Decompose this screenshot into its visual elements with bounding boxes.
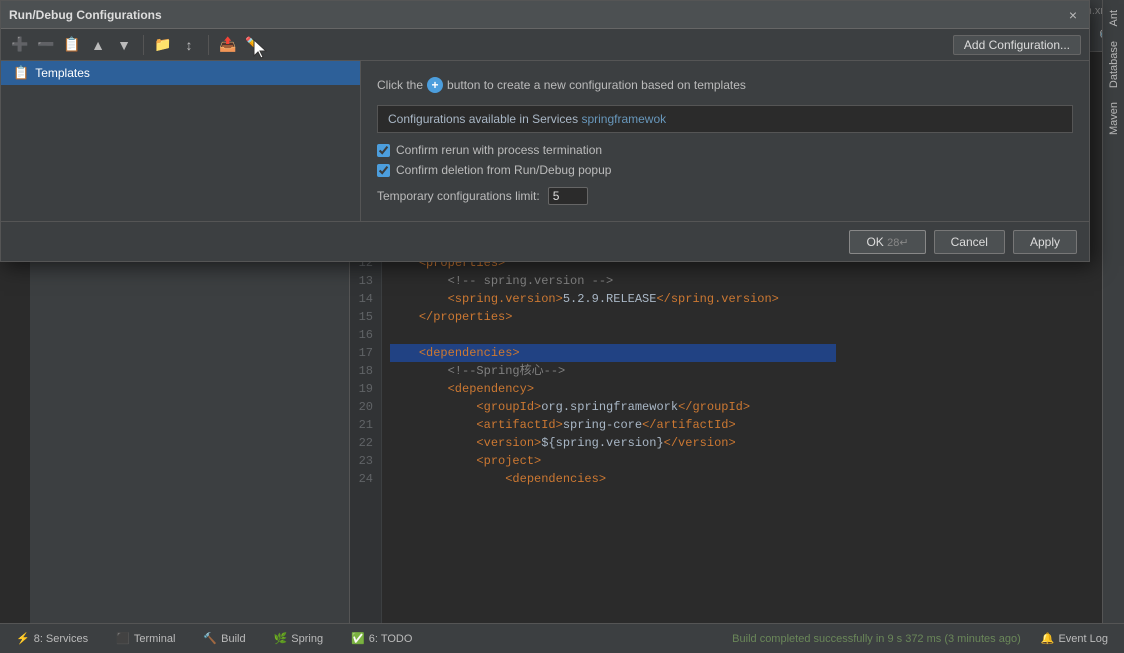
code-line-17: <dependencies> (390, 344, 836, 362)
dialog-move-down-icon[interactable]: ▼ (113, 34, 135, 56)
bottom-todo-label: 6: TODO (369, 633, 413, 645)
dialog-body: 📋 Templates Click the + button to create… (1, 61, 1089, 221)
code-line-13: <!-- spring.version --> (390, 272, 836, 290)
hint-container: Click the + button to create a new confi… (377, 77, 1073, 93)
bottom-services-label: 8: Services (34, 633, 88, 645)
code-line-14: <spring.version>5.2.9.RELEASE</spring.ve… (390, 290, 836, 308)
ok-btn[interactable]: OK 28↵ (849, 230, 925, 254)
code-line-15: </properties> (390, 308, 836, 326)
dialog-sort-icon[interactable]: ↕ (178, 34, 200, 56)
toolbar-separator (143, 35, 144, 55)
services-icon: ⚡ (16, 632, 30, 645)
right-tab-ant[interactable]: Ant (1106, 4, 1122, 33)
checkbox-rerun-row: Confirm rerun with process termination (377, 143, 1073, 157)
services-banner: Configurations available in Services spr… (377, 105, 1073, 133)
code-line-22: <version>${spring.version}</version> (390, 434, 836, 452)
dialog-move-up-icon[interactable]: ▲ (87, 34, 109, 56)
bottom-build-label: Build (221, 633, 245, 645)
dialog-tree-templates[interactable]: 📋 Templates (1, 61, 360, 85)
plus-icon: + (427, 77, 443, 93)
code-line-18: <!--Spring核心--> (390, 362, 836, 380)
services-banner-text: Configurations available in Services (388, 112, 578, 126)
dialog-edit-icon[interactable]: ✏️ (243, 34, 265, 56)
dialog-right-panel: Click the + button to create a new confi… (361, 61, 1089, 221)
templates-icon: 📋 (13, 65, 29, 81)
right-tab-database[interactable]: Database (1106, 35, 1122, 94)
code-line-23: <project> (390, 452, 836, 470)
bottom-spring-label: Spring (291, 633, 323, 645)
dialog-title: Run/Debug Configurations (9, 8, 162, 22)
dialog-close-btn[interactable]: × (1065, 7, 1081, 23)
spring-icon: 🌿 (274, 632, 288, 645)
dialog-tree-templates-label: Templates (35, 66, 90, 80)
dialog-group-icon[interactable]: 📁 (152, 34, 174, 56)
checkbox-rerun[interactable] (377, 144, 390, 157)
bottom-tab-build[interactable]: 🔨 Build (195, 628, 253, 649)
build-icon: 🔨 (203, 632, 217, 645)
code-line-24: <dependencies> (390, 470, 836, 488)
dialog-add-icon[interactable]: ➕ (9, 34, 31, 56)
code-line-16 (390, 326, 836, 344)
code-line-19: <dependency> (390, 380, 836, 398)
hint-text-after: button to create a new configuration bas… (447, 78, 746, 92)
bottom-bar: ⚡ 8: Services ⬛ Terminal 🔨 Build 🌿 Sprin… (0, 623, 1124, 653)
dialog-footer: OK 28↵ Cancel Apply (1, 221, 1089, 261)
apply-btn[interactable]: Apply (1013, 230, 1077, 254)
toolbar-separator-2 (208, 35, 209, 55)
run-debug-dialog: Run/Debug Configurations × ➕ ➖ 📋 ▲ ▼ 📁 ↕… (0, 0, 1090, 262)
checkbox-deletion-label: Confirm deletion from Run/Debug popup (396, 163, 611, 177)
bottom-tab-todo[interactable]: ✅ 6: TODO (343, 628, 420, 649)
temp-config-row: Temporary configurations limit: (377, 187, 1073, 205)
right-sidebar: Ant Database Maven (1102, 0, 1124, 623)
bottom-event-log[interactable]: 🔔 Event Log (1033, 628, 1116, 649)
dialog-toolbar: ➕ ➖ 📋 ▲ ▼ 📁 ↕ 📤 ✏️ Add Configuration... (1, 29, 1089, 61)
checkbox-rerun-label: Confirm rerun with process termination (396, 143, 602, 157)
cancel-btn[interactable]: Cancel (934, 230, 1005, 254)
todo-icon: ✅ (351, 632, 365, 645)
event-log-icon: 🔔 (1041, 632, 1055, 645)
checkbox-deletion-row: Confirm deletion from Run/Debug popup (377, 163, 1073, 177)
temp-config-label: Temporary configurations limit: (377, 189, 540, 203)
terminal-icon: ⬛ (116, 632, 130, 645)
temp-config-input[interactable] (548, 187, 588, 205)
code-line-20: <groupId>org.springframework</groupId> (390, 398, 836, 416)
right-tab-maven[interactable]: Maven (1106, 96, 1122, 141)
build-status: Build completed successfully in 9 s 372 … (732, 633, 1021, 645)
checkbox-deletion[interactable] (377, 164, 390, 177)
bottom-tab-services[interactable]: ⚡ 8: Services (8, 628, 96, 649)
bottom-terminal-label: Terminal (134, 633, 176, 645)
bottom-tab-terminal[interactable]: ⬛ Terminal (108, 628, 183, 649)
event-log-label: Event Log (1058, 633, 1108, 645)
services-banner-link[interactable]: springframewok (581, 112, 666, 126)
add-configuration-main-btn[interactable]: Add Configuration... (953, 35, 1081, 55)
dialog-share-icon[interactable]: 📤 (217, 34, 239, 56)
dialog-titlebar: Run/Debug Configurations × (1, 1, 1089, 29)
ok-shortcut: 28↵ (887, 237, 908, 249)
bottom-tab-spring[interactable]: 🌿 Spring (266, 628, 332, 649)
dialog-remove-icon[interactable]: ➖ (35, 34, 57, 56)
hint-text-before: Click the (377, 78, 423, 92)
dialog-copy-icon[interactable]: 📋 (61, 34, 83, 56)
code-line-21: <artifactId>spring-core</artifactId> (390, 416, 836, 434)
ok-label: OK (866, 235, 883, 249)
dialog-left-panel: 📋 Templates (1, 61, 361, 221)
